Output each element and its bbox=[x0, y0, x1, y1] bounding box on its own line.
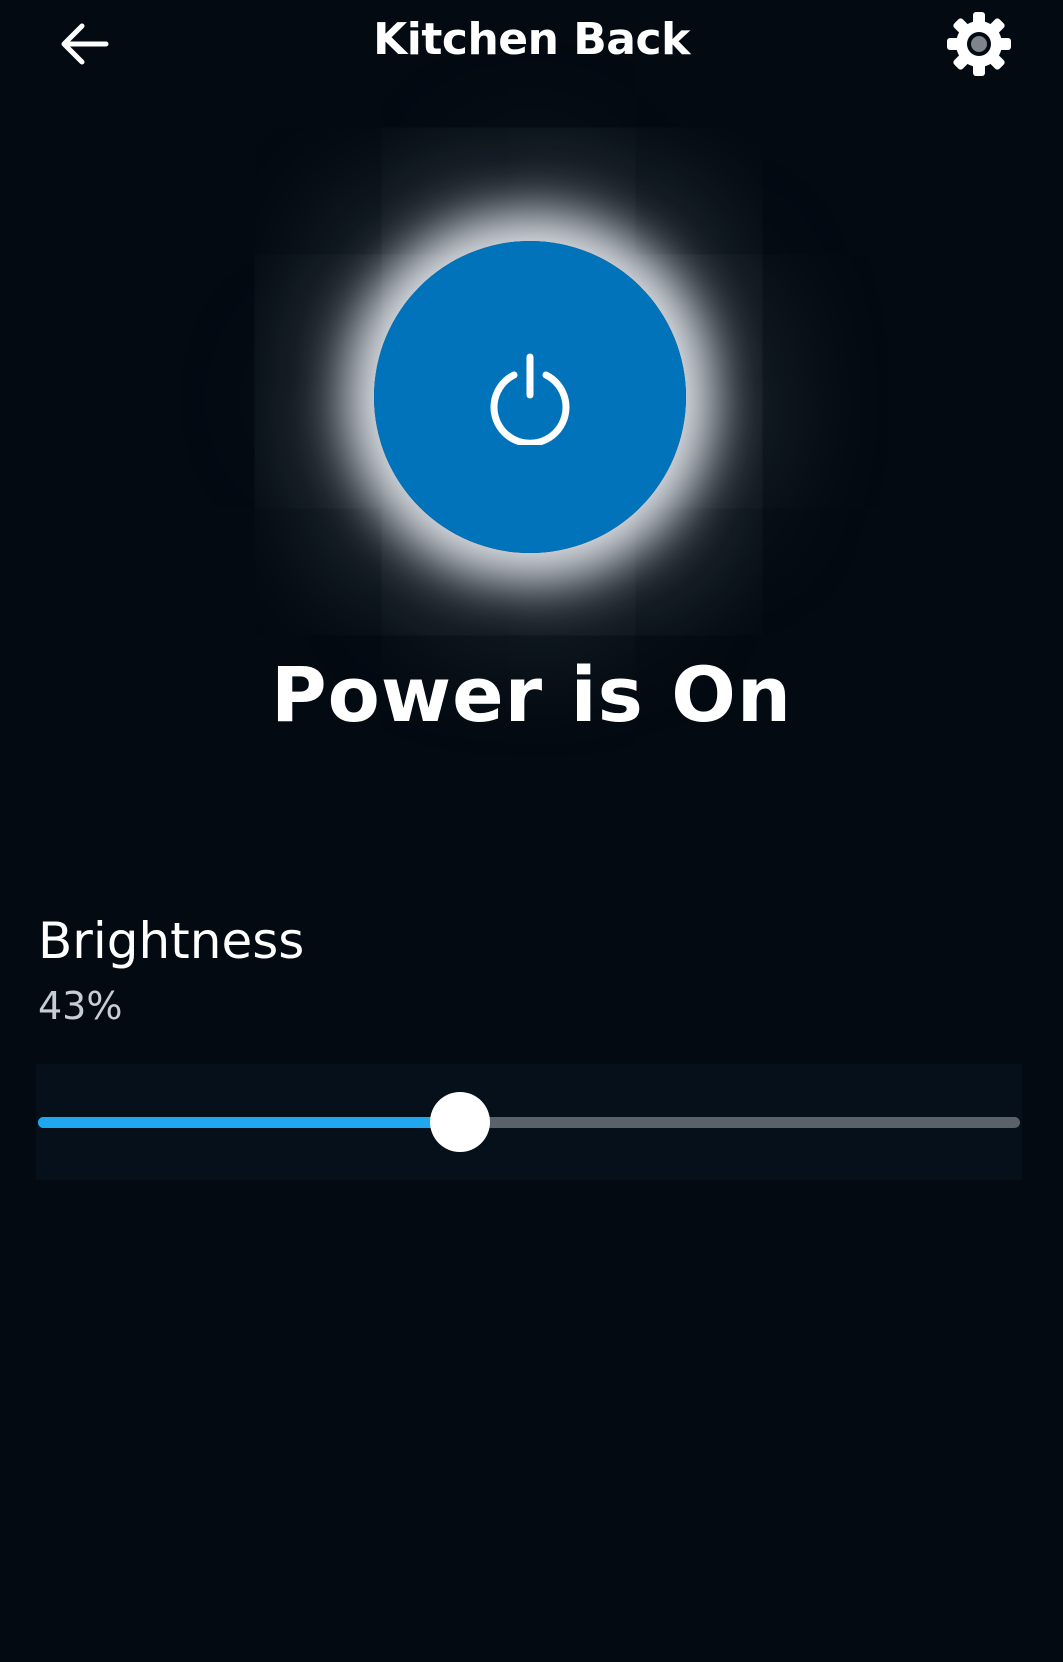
gear-icon bbox=[947, 12, 1011, 76]
power-status-text: Power is On bbox=[270, 650, 793, 739]
slider-fill bbox=[38, 1117, 460, 1128]
power-icon bbox=[490, 353, 570, 445]
brightness-label: Brightness bbox=[38, 912, 305, 970]
power-toggle-button[interactable] bbox=[374, 241, 686, 553]
brightness-slider[interactable] bbox=[36, 1064, 1022, 1180]
brightness-value: 43% bbox=[38, 984, 123, 1028]
power-control bbox=[374, 241, 686, 553]
top-app-bar: Kitchen Back bbox=[0, 0, 1063, 90]
slider-track[interactable] bbox=[38, 1092, 1020, 1152]
page-title: Kitchen Back bbox=[373, 14, 690, 65]
slider-thumb[interactable] bbox=[430, 1092, 490, 1152]
settings-button[interactable] bbox=[943, 8, 1015, 80]
